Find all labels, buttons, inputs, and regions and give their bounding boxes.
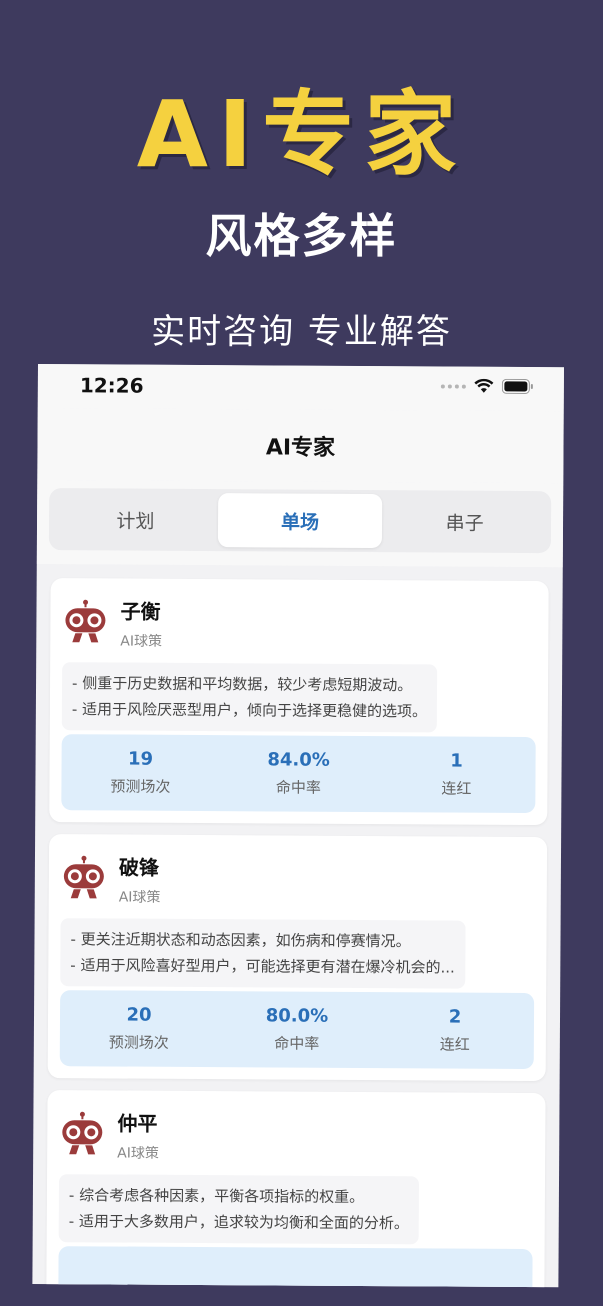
stat-value: 2	[448, 1006, 462, 1028]
expert-card[interactable]: 仲平 AI球策 - 综合考虑各种因素，平衡各项指标的权重。 - 适用于大多数用户…	[46, 1090, 546, 1288]
promo-tagline: 实时咨询 专业解答	[151, 312, 452, 352]
stat-label: 预测场次	[108, 1033, 169, 1052]
stat-label: 连红	[441, 779, 472, 798]
description-line: - 综合考虑各种因素，平衡各项指标的权重。	[68, 1186, 365, 1207]
promo-title: AI专家	[136, 81, 467, 188]
stat-label: 预测场次	[110, 777, 171, 796]
expert-name: 破锋	[118, 855, 160, 880]
expert-description: - 侧重于历史数据和平均数据，较少考虑短期波动。 - 适用于风险厌恶型用户，倾向…	[61, 662, 438, 733]
stats-panel: 20 预测场次 80.0% 命中率 2 连红	[59, 990, 535, 1070]
expert-card[interactable]: 破锋 AI球策 - 更关注近期状态和动态因素，如伤病和停赛情况。 - 适用于风险…	[47, 834, 548, 1082]
robot-avatar-icon	[65, 599, 106, 643]
stat-value: 20	[126, 1004, 152, 1026]
stat-streak: 2 连红	[376, 992, 534, 1069]
promo-subtitle: 风格多样	[205, 209, 398, 263]
stat-value: 1	[450, 750, 463, 772]
description-line: - 适用于风险喜好型用户，可能选择更有潜在爆冷机会的...	[70, 956, 455, 977]
phone-screen: 12:26 AI专家 计划 单场 串子 子衡 AI球策 - 侧重于历史数据和平均…	[32, 364, 564, 1288]
stat-value: 84.0%	[267, 749, 330, 771]
expert-description: - 更关注近期状态和动态因素，如伤病和停赛情况。 - 适用于风险喜好型用户，可能…	[60, 918, 466, 989]
description-line: - 更关注近期状态和动态因素，如伤病和停赛情况。	[70, 930, 411, 951]
stat-hit-rate: 84.0% 命中率	[219, 735, 377, 812]
tab-single[interactable]: 单场	[217, 493, 383, 549]
stats-panel: 19 预测场次 84.0% 命中率 1 连红	[61, 734, 536, 814]
page-title: AI专家	[265, 435, 336, 461]
status-time: 12:26	[79, 373, 144, 398]
stat-value: 80.0%	[265, 1005, 329, 1027]
stat-predictions: 20 预测场次	[60, 990, 218, 1067]
battery-icon	[501, 378, 534, 394]
status-icons	[440, 378, 534, 394]
stat-streak: 1 连红	[377, 736, 535, 813]
segmented-control: 计划 单场 串子	[48, 488, 552, 554]
tab-plan[interactable]: 计划	[53, 492, 218, 547]
description-line: - 适用于大多数用户，追求较为均衡和全面的分析。	[68, 1212, 410, 1233]
tabs-container: 计划 单场 串子	[36, 479, 564, 568]
expert-name: 仲平	[117, 1110, 158, 1136]
description-line: - 适用于风险厌恶型用户，倾向于选择更稳健的选项。	[71, 700, 428, 721]
wifi-icon	[474, 378, 494, 394]
description-line: - 侧重于历史数据和平均数据，较少考虑短期波动。	[71, 674, 413, 695]
expert-tag: AI球策	[117, 1144, 159, 1162]
stat-value: 19	[127, 748, 154, 770]
robot-avatar-icon	[63, 855, 104, 899]
stat-label: 连红	[439, 1035, 470, 1054]
stat-label: 命中率	[274, 1034, 320, 1053]
expert-tag: AI球策	[120, 633, 163, 650]
stats-panel	[58, 1246, 533, 1288]
expert-name: 子衡	[120, 599, 161, 624]
expert-card[interactable]: 子衡 AI球策 - 侧重于历史数据和平均数据，较少考虑短期波动。 - 适用于风险…	[49, 578, 549, 826]
robot-avatar-icon	[62, 1111, 103, 1155]
nav-bar: AI专家	[37, 407, 564, 484]
tab-parlay[interactable]: 串子	[382, 494, 547, 549]
stat-hit-rate: 80.0% 命中率	[218, 991, 376, 1068]
expert-description: - 综合考虑各种因素，平衡各项指标的权重。 - 适用于大多数用户，追求较为均衡和…	[58, 1174, 420, 1245]
status-bar: 12:26	[37, 364, 564, 412]
expert-tag: AI球策	[118, 889, 161, 906]
stat-label: 命中率	[275, 778, 321, 797]
expert-list: 子衡 AI球策 - 侧重于历史数据和平均数据，较少考虑短期波动。 - 适用于风险…	[32, 564, 562, 1288]
stat-predictions: 19 预测场次	[61, 734, 219, 811]
signal-icon	[440, 383, 466, 389]
